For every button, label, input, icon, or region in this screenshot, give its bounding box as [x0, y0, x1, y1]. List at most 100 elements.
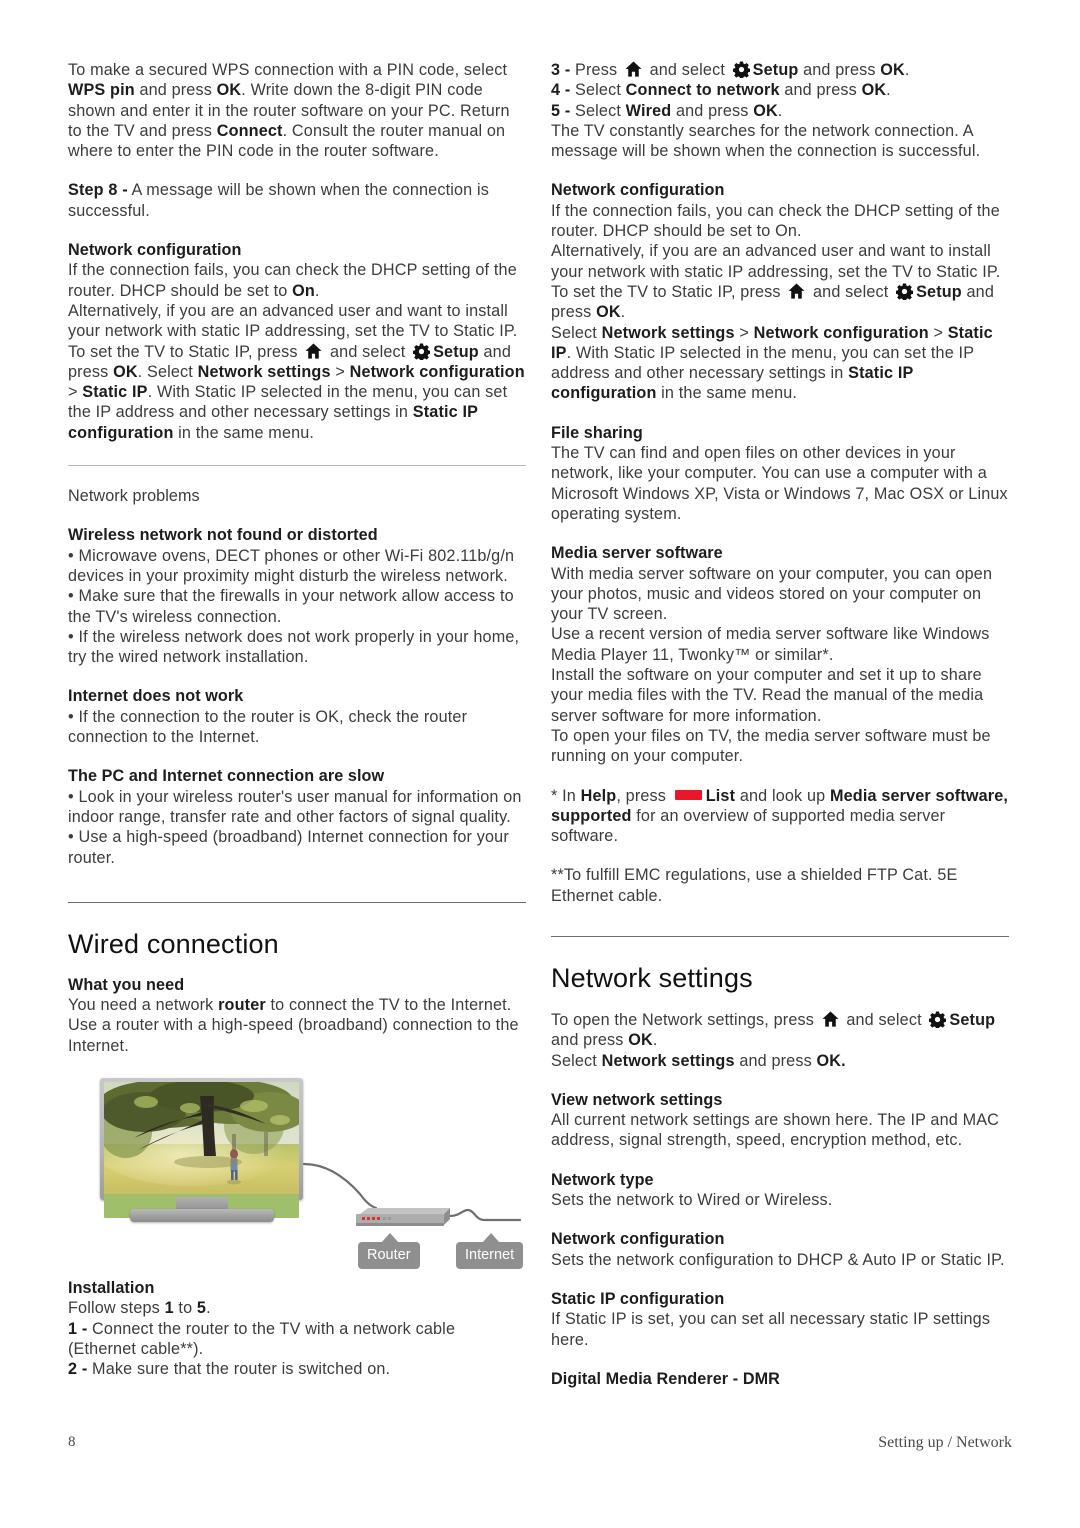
internet-tag-arrow: [481, 1232, 500, 1243]
heading-what-you-need: What you need: [68, 975, 185, 994]
step-8-text: A message will be shown when the connect…: [68, 181, 490, 220]
home-icon: [788, 283, 805, 299]
install-step-1-text: Connect the router to the TV with a netw…: [68, 1319, 456, 1358]
help-label: Help: [580, 786, 617, 805]
router-label-tag: Router: [358, 1232, 420, 1269]
setup-label-right: Setup: [916, 282, 962, 301]
installation-step-2: 2 - Make sure that the router is switche…: [68, 1359, 526, 1379]
file-sharing-body: The TV can find and open files on other …: [551, 444, 1008, 523]
wired-connection-diagram: Router Internet: [68, 1070, 526, 1270]
network-settings-label-ns: Network settings: [601, 1051, 735, 1070]
wps-text-2: and press: [134, 81, 217, 100]
media-server-paragraph-4: To open your files on TV, the media serv…: [551, 726, 991, 766]
router-label-bold: router: [218, 996, 266, 1015]
heading-network-configuration-left: Network configuration: [68, 241, 242, 260]
step-3-number: 3 -: [551, 61, 571, 79]
list-label: List: [705, 786, 736, 805]
bullet-pc-1: • Look in your wireless router's user ma…: [68, 787, 522, 826]
heading-static-ip-configuration: Static IP configuration: [551, 1289, 725, 1308]
netcfg-text-4: and select: [325, 342, 411, 361]
bullet-internet-1: • If the connection to the router is OK,…: [68, 707, 468, 747]
network-type-body: Sets the network to Wired or Wireless.: [551, 1191, 833, 1210]
ns-intro-text-6: and press: [734, 1051, 817, 1070]
ok-label-ns-1: OK: [628, 1031, 653, 1050]
heading-media-server-software: Media server software: [551, 544, 723, 563]
ns-intro-text-1: To open the Network settings, press: [551, 1010, 819, 1029]
heading-installation: Installation: [68, 1278, 155, 1297]
footnote-star-text-2: , press: [616, 786, 671, 805]
heading-network-configuration-setting: Network configuration: [551, 1230, 725, 1249]
heading-digital-media-renderer: Digital Media Renderer - DMR: [551, 1369, 780, 1388]
dhcp-on-label: On: [292, 281, 315, 300]
bullet-pc-1-text: Look in your wireless router's user manu…: [68, 787, 522, 826]
media-server-paragraph-3: Install the software on your computer an…: [551, 666, 984, 725]
installation-intro: Follow steps 1 to 5.: [68, 1298, 526, 1318]
step-3-text-4: .: [904, 61, 910, 79]
step-4-text-3: .: [886, 81, 891, 100]
netcfg-r-text-1: If the connection fails, you can check t…: [551, 201, 1000, 241]
right-column: 3 - Press and select Setup and press OK.…: [551, 60, 1009, 1389]
step-8-paragraph: Step 8 - A message will be shown when th…: [68, 180, 526, 221]
media-server-paragraph-2: Use a recent version of media server sof…: [551, 625, 990, 664]
step-3-text-2: and select: [644, 61, 730, 79]
install-text-1: Follow steps: [68, 1299, 165, 1318]
bullet-wireless-2-text: Make sure that the firewalls in your net…: [68, 587, 514, 626]
network-configuration-body-right: If the connection fails, you can check t…: [551, 201, 1009, 404]
internet-label-tag: Internet: [456, 1232, 524, 1269]
bullet-wireless-1-text: Microwave ovens, DECT phones or other Wi…: [68, 546, 515, 585]
heading-wireless-not-found: Wireless network not found or distorted: [68, 526, 378, 545]
gear-icon: [732, 61, 750, 78]
ok-label-1: OK: [216, 81, 242, 100]
ok-label-ns-2: OK.: [816, 1051, 846, 1070]
tv-illustration: [100, 1077, 303, 1224]
bullet-wireless-3-text: If the wireless network does not work pr…: [68, 627, 520, 667]
step-to-number: 5: [196, 1299, 207, 1318]
footnote-single-star: * In Help, press List and look up Media …: [551, 786, 1009, 847]
manual-page: To make a secured WPS connection with a …: [0, 0, 1080, 1528]
install-step-1-number: 1 -: [68, 1319, 88, 1338]
ok-label-step5: OK: [753, 101, 778, 120]
heading-internet-not-work: Internet does not work: [68, 687, 244, 706]
netcfg-r-text-5: .: [620, 303, 626, 322]
step-3: 3 - Press and select Setup and press OK.: [551, 60, 1009, 80]
heading-network-type: Network type: [551, 1170, 654, 1189]
step-5-number: 5 -: [551, 101, 571, 120]
footnote-star-text-3: and look up: [735, 786, 830, 805]
step-4-text-1: Select: [570, 81, 626, 100]
heading-pc-slow: The PC and Internet connection are slow: [68, 767, 385, 786]
ns-intro-text-3: and press: [551, 1031, 629, 1050]
install-text-2: to: [173, 1299, 197, 1318]
ok-label-step4: OK: [861, 81, 887, 100]
heading-network-configuration-right: Network configuration: [551, 181, 725, 200]
step-4-number: 4 -: [551, 81, 571, 100]
network-configuration-label-right: Network configuration: [753, 323, 929, 342]
netcfg-r-text-3: and select: [808, 282, 894, 301]
network-configuration-body-left: If the connection fails, you can check t…: [68, 260, 526, 443]
install-step-2-text: Make sure that the router is switched on…: [87, 1360, 391, 1379]
chapter-title-network-settings: Network settings: [551, 962, 753, 993]
static-ip-configuration-body: If Static IP is set, you can set all nec…: [551, 1310, 991, 1349]
netcfg-r-gt-2: >: [928, 323, 948, 342]
netcfg-gt-2: >: [68, 383, 83, 402]
home-icon: [305, 343, 322, 359]
install-text-3: .: [206, 1299, 211, 1318]
netcfg-text-10: in the same menu.: [173, 423, 315, 442]
router-tag-arrow: [380, 1232, 399, 1243]
ok-label-2: OK: [113, 362, 138, 381]
heading-file-sharing: File sharing: [551, 423, 643, 442]
step-4-text-2: and press: [779, 81, 862, 100]
setup-label-step3: Setup: [752, 61, 799, 79]
bullet-wireless-2: • Make sure that the firewalls in your n…: [68, 587, 514, 626]
netcfg-r-text-6: Select: [551, 323, 602, 342]
gear-icon: [929, 1011, 947, 1028]
wyn-text-1: You need a network: [68, 996, 219, 1015]
internet-tag-text: Internet: [465, 1246, 515, 1263]
step-8-number: Step 8 -: [68, 181, 128, 200]
wps-pin-label: WPS pin: [68, 81, 135, 100]
bullet-internet-1-text: If the connection to the router is OK, c…: [68, 707, 468, 747]
ns-intro-text-4: .: [652, 1031, 658, 1050]
step-from-number: 1: [164, 1299, 174, 1318]
searching-note: The TV constantly searches for the netwo…: [551, 121, 981, 161]
step-3-text-1: Press: [570, 61, 622, 79]
bullet-pc-2: • Use a high-speed (broadband) Internet …: [68, 828, 509, 867]
